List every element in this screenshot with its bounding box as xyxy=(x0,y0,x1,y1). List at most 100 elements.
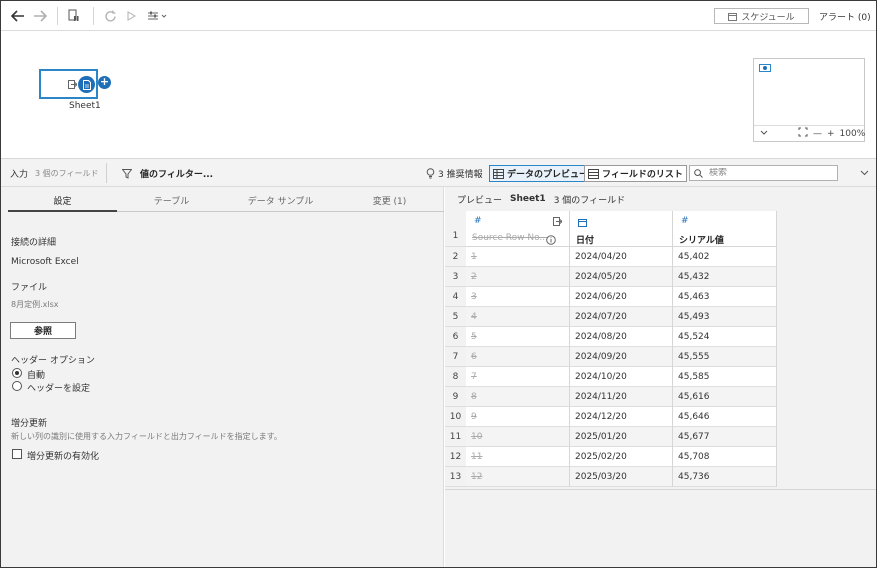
panel-toolbar: 入力 3 個のフィールド 値のフィルター... 3 推奨情報 データのプレビュー… xyxy=(1,158,876,187)
table-cell[interactable]: 2024/07/20 xyxy=(570,307,672,327)
collapse-panel-icon[interactable] xyxy=(860,169,869,179)
table-cell[interactable]: 10 xyxy=(466,427,569,447)
table-cell[interactable]: 4 xyxy=(466,307,569,327)
tab-data-sample[interactable]: データ サンプル xyxy=(226,192,335,212)
input-arrow-icon xyxy=(68,80,78,92)
tab-settings[interactable]: 設定 xyxy=(8,192,117,212)
run-play-icon[interactable] xyxy=(123,7,139,25)
table-cell[interactable]: 45,432 xyxy=(673,267,776,287)
table-cell[interactable]: 8 xyxy=(466,387,569,407)
table-cell[interactable]: 2024/12/20 xyxy=(570,407,672,427)
info-icon[interactable] xyxy=(546,235,556,245)
number-type-icon: # xyxy=(474,216,482,226)
table-cell[interactable]: 45,402 xyxy=(673,247,776,267)
table-cell[interactable]: 45,736 xyxy=(673,467,776,487)
forward-arrow-icon[interactable] xyxy=(31,7,49,25)
table-cell[interactable]: 2 xyxy=(466,267,569,287)
connection-value: Microsoft Excel xyxy=(11,257,79,267)
add-step-button[interactable]: + xyxy=(98,76,111,89)
row-number: 8 xyxy=(445,367,466,387)
column-source-row[interactable]: # Source Row No... 1 2 3 4 5 6 7 8 9 10 11 12 xyxy=(466,211,570,487)
column-serial[interactable]: # シリアル値 45,402 45,432 45,463 45,493 45,524 45… xyxy=(673,211,777,487)
search-field[interactable] xyxy=(689,165,838,181)
toolbar-divider xyxy=(57,7,58,25)
zoom-in-icon[interactable]: + xyxy=(827,129,835,139)
toolbar: スケジュール アラート (0) xyxy=(1,1,876,31)
grid-empty-area xyxy=(777,211,876,513)
refresh-icon[interactable] xyxy=(101,7,119,25)
column-header[interactable]: # Source Row No... xyxy=(466,211,569,247)
table-cell[interactable]: 2025/03/20 xyxy=(570,467,672,487)
table-grid-icon xyxy=(493,168,504,179)
recommendations-button[interactable]: 3 推奨情報 xyxy=(426,159,483,188)
table-cell[interactable]: 9 xyxy=(466,407,569,427)
field-count: 3 個のフィールド xyxy=(35,169,99,178)
calendar-type-icon xyxy=(578,219,587,227)
file-heading: ファイル xyxy=(11,283,48,293)
column-header[interactable]: 日付 xyxy=(570,211,672,247)
table-cell[interactable]: 45,585 xyxy=(673,367,776,387)
preview-title: プレビュー xyxy=(457,195,503,206)
table-cell[interactable]: 6 xyxy=(466,347,569,367)
alert-button[interactable]: アラート (0) xyxy=(819,10,871,23)
table-cell[interactable]: 2024/04/20 xyxy=(570,247,672,267)
connection-heading: 接続の詳細 xyxy=(11,238,57,248)
back-arrow-icon[interactable] xyxy=(9,7,27,25)
header-auto-radio[interactable] xyxy=(12,368,22,378)
table-cell[interactable]: 45,708 xyxy=(673,447,776,467)
table-cell[interactable]: 7 xyxy=(466,367,569,387)
table-cell[interactable]: 5 xyxy=(466,327,569,347)
table-cell[interactable]: 45,616 xyxy=(673,387,776,407)
table-cell[interactable]: 45,677 xyxy=(673,427,776,447)
row-number: 9 xyxy=(445,387,466,407)
chevron-down-icon[interactable] xyxy=(760,129,768,139)
table-cell[interactable]: 45,555 xyxy=(673,347,776,367)
flow-canvas[interactable]: + Sheet1 — + 100% xyxy=(1,31,876,158)
table-cell[interactable]: 2024/08/20 xyxy=(570,327,672,347)
table-cell[interactable]: 2024/10/20 xyxy=(570,367,672,387)
preview-header: プレビュー Sheet1 3 個のフィールド xyxy=(445,187,876,211)
incremental-checkbox-label: 増分更新の有効化 xyxy=(27,452,100,462)
table-cell[interactable]: 2024/11/20 xyxy=(570,387,672,407)
row-number: 5 xyxy=(445,307,466,327)
table-cell[interactable]: 2024/06/20 xyxy=(570,287,672,307)
column-date[interactable]: 日付 2024/04/20 2024/05/20 2024/06/20 2024/07… xyxy=(570,211,673,487)
table-cell[interactable]: 12 xyxy=(466,467,569,487)
table-cell[interactable]: 2025/02/20 xyxy=(570,447,672,467)
pause-flow-icon[interactable] xyxy=(65,7,83,25)
table-cell[interactable]: 45,463 xyxy=(673,287,776,307)
table-cell[interactable]: 2024/05/20 xyxy=(570,267,672,287)
row-number: 4 xyxy=(445,287,466,307)
options-sliders-icon[interactable] xyxy=(145,7,169,25)
input-label: 入力 xyxy=(10,170,29,180)
table-cell[interactable]: 1 xyxy=(466,247,569,267)
table-cell[interactable]: 45,646 xyxy=(673,407,776,427)
table-cell[interactable]: 11 xyxy=(466,447,569,467)
field-list-toggle[interactable]: フィールドのリスト xyxy=(584,165,687,182)
search-input[interactable] xyxy=(709,168,829,178)
header-set-radio[interactable] xyxy=(12,381,22,391)
column-name: シリアル値 xyxy=(679,236,724,246)
incremental-description: 新しい列の識別に使用する入力フィールドと出力フィールドを指定します。 xyxy=(11,432,282,441)
table-cell[interactable]: 3 xyxy=(466,287,569,307)
table-cell[interactable]: 45,493 xyxy=(673,307,776,327)
minimap-node xyxy=(759,64,771,72)
table-cell[interactable]: 2024/09/20 xyxy=(570,347,672,367)
export-icon[interactable] xyxy=(553,217,562,226)
tab-table[interactable]: テーブル xyxy=(117,192,226,212)
input-step-node[interactable] xyxy=(39,69,98,99)
minimap[interactable]: — + 100% xyxy=(753,58,865,142)
filter-values-button[interactable]: 値のフィルター... xyxy=(122,159,213,188)
table-cell[interactable]: 2025/01/20 xyxy=(570,427,672,447)
incremental-checkbox[interactable] xyxy=(12,449,22,459)
tab-changes[interactable]: 変更 (1) xyxy=(335,192,444,212)
column-header[interactable]: # シリアル値 xyxy=(673,211,776,247)
settings-panel: 設定 テーブル データ サンプル 変更 (1) 接続の詳細 Microsoft … xyxy=(1,187,444,567)
zoom-out-icon[interactable]: — xyxy=(813,129,822,139)
table-cell[interactable]: 45,524 xyxy=(673,327,776,347)
data-preview-toggle[interactable]: データのプレビュー xyxy=(489,165,593,182)
fit-screen-icon[interactable] xyxy=(798,127,808,140)
schedule-button[interactable]: スケジュール xyxy=(714,8,809,24)
browse-button[interactable]: 参照 xyxy=(10,322,76,339)
preview-field-count: 3 個のフィールド xyxy=(553,195,626,206)
